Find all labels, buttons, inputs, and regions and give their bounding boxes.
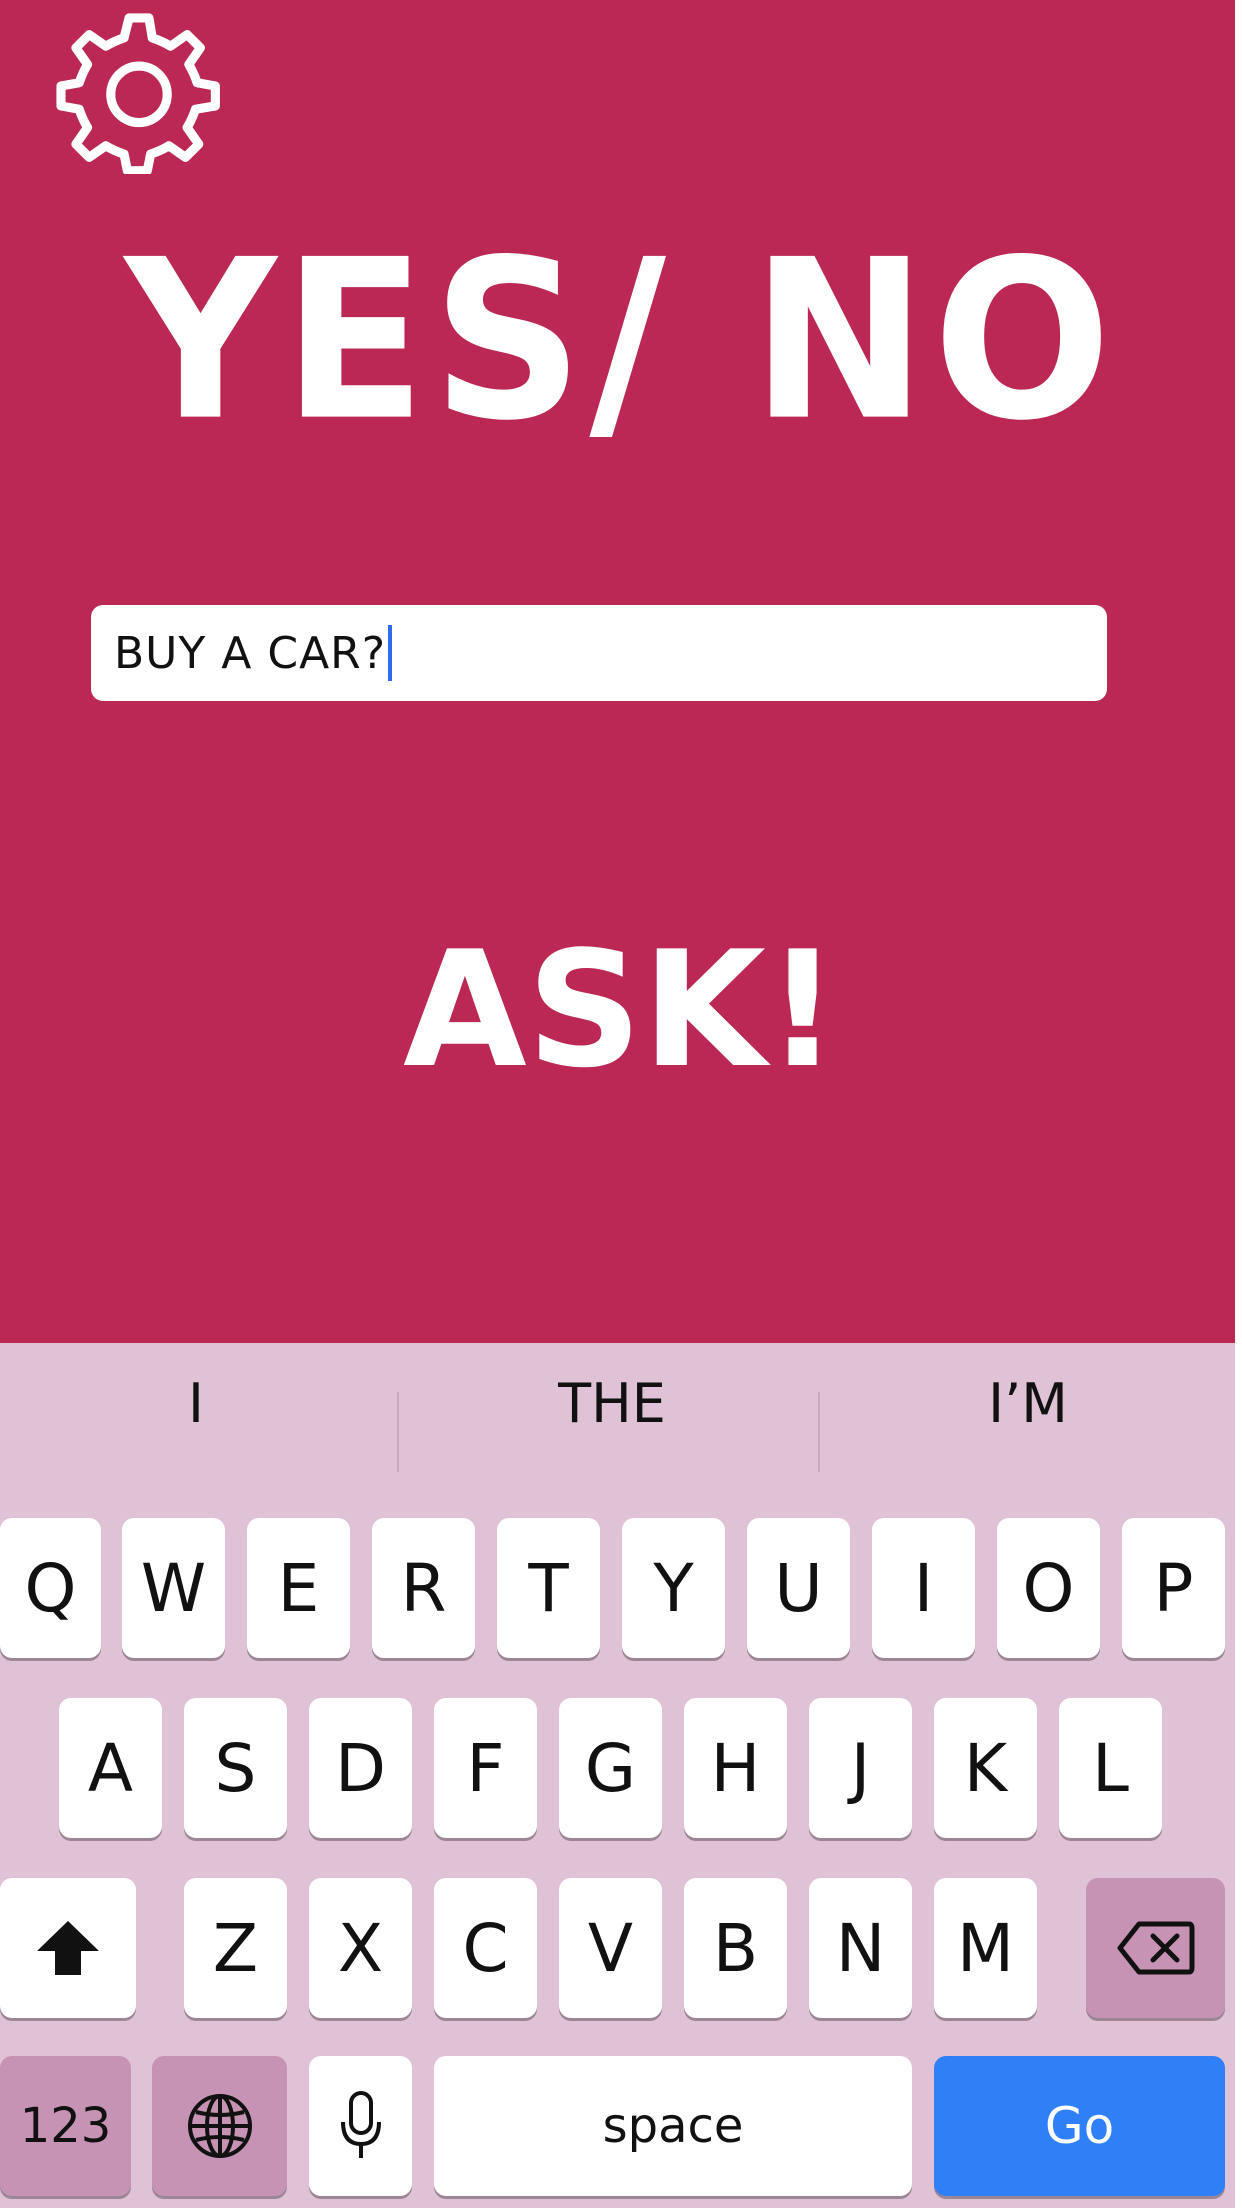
key-o[interactable]: O bbox=[997, 1518, 1100, 1658]
key-a[interactable]: A bbox=[59, 1698, 162, 1838]
key-c[interactable]: C bbox=[434, 1878, 537, 2018]
key-w[interactable]: W bbox=[122, 1518, 225, 1658]
key-q[interactable]: Q bbox=[0, 1518, 101, 1658]
globe-icon bbox=[187, 2094, 252, 2158]
text-caret bbox=[388, 625, 393, 681]
question-input-value: BUY A CAR? bbox=[114, 627, 387, 679]
key-i[interactable]: I bbox=[872, 1518, 975, 1658]
key-y[interactable]: Y bbox=[622, 1518, 725, 1658]
suggestion-bar: I THE I’M bbox=[0, 1343, 1235, 1472]
app-screen: YES/ NO BUY A CAR? ASK! bbox=[0, 0, 1242, 1343]
space-key[interactable]: space bbox=[434, 2056, 912, 2196]
suggestion-item[interactable]: I’M bbox=[823, 1343, 1233, 1463]
screen-edge bbox=[1235, 0, 1242, 2208]
key-j[interactable]: J bbox=[809, 1698, 912, 1838]
shift-key[interactable] bbox=[0, 1878, 136, 2018]
gear-icon[interactable] bbox=[56, 8, 222, 174]
suggestion-item[interactable]: THE bbox=[407, 1343, 817, 1463]
key-r[interactable]: R bbox=[372, 1518, 475, 1658]
ask-button[interactable]: ASK! bbox=[0, 920, 1242, 1100]
key-v[interactable]: V bbox=[559, 1878, 662, 2018]
key-e[interactable]: E bbox=[247, 1518, 350, 1658]
question-input[interactable]: BUY A CAR? bbox=[91, 605, 1107, 701]
microphone-icon bbox=[340, 2091, 381, 2158]
key-x[interactable]: X bbox=[309, 1878, 412, 2018]
key-m[interactable]: M bbox=[934, 1878, 1037, 2018]
key-b[interactable]: B bbox=[684, 1878, 787, 2018]
shift-icon bbox=[37, 1921, 99, 1975]
key-k[interactable]: K bbox=[934, 1698, 1037, 1838]
key-s[interactable]: S bbox=[184, 1698, 287, 1838]
suggestion-item[interactable]: I bbox=[0, 1343, 401, 1463]
suggestion-divider bbox=[818, 1392, 820, 1472]
backspace-key[interactable] bbox=[1086, 1878, 1225, 2018]
go-button[interactable]: Go bbox=[934, 2056, 1225, 2196]
backspace-icon bbox=[1117, 1921, 1194, 1975]
app-title: YES/ NO bbox=[124, 211, 1118, 470]
key-t[interactable]: T bbox=[497, 1518, 600, 1658]
keyboard: I THE I’M Q W E R T Y U I O P A S D F G … bbox=[0, 1343, 1235, 2208]
key-g[interactable]: G bbox=[559, 1698, 662, 1838]
key-d[interactable]: D bbox=[309, 1698, 412, 1838]
key-l[interactable]: L bbox=[1059, 1698, 1162, 1838]
suggestion-divider bbox=[397, 1392, 399, 1472]
numbers-key[interactable]: 123 bbox=[0, 2056, 131, 2196]
key-n[interactable]: N bbox=[809, 1878, 912, 2018]
microphone-key[interactable] bbox=[309, 2056, 412, 2196]
key-u[interactable]: U bbox=[747, 1518, 850, 1658]
key-f[interactable]: F bbox=[434, 1698, 537, 1838]
key-h[interactable]: H bbox=[684, 1698, 787, 1838]
key-z[interactable]: Z bbox=[184, 1878, 287, 2018]
globe-key[interactable] bbox=[152, 2056, 287, 2196]
key-p[interactable]: P bbox=[1122, 1518, 1225, 1658]
